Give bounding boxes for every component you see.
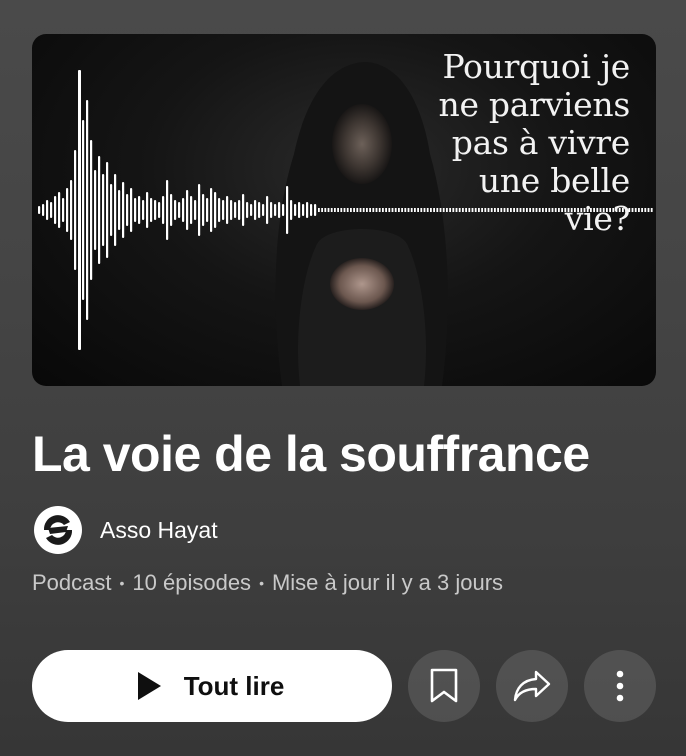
channel-name[interactable]: Asso Hayat <box>100 517 218 544</box>
more-vert-icon <box>616 670 624 702</box>
play-icon <box>137 672 161 700</box>
meta-separator: • <box>119 575 125 591</box>
share-icon <box>513 670 551 702</box>
channel-logo-icon <box>38 510 78 550</box>
channel-row[interactable]: Asso Hayat <box>34 505 218 555</box>
channel-avatar[interactable] <box>34 506 82 554</box>
thumbnail-caption: Pourquoi je ne parviens pas à vivre une … <box>438 47 631 238</box>
play-all-button[interactable]: Tout lire <box>32 650 392 722</box>
more-actions-button[interactable] <box>584 650 656 722</box>
share-button[interactable] <box>496 650 568 722</box>
save-button[interactable] <box>408 650 480 722</box>
last-updated: Mise à jour il y a 3 jours <box>271 570 504 595</box>
bookmark-icon <box>430 668 458 703</box>
playlist-type: Podcast <box>32 570 112 595</box>
playlist-title: La voie de la souffrance <box>32 426 590 482</box>
play-all-label: Tout lire <box>183 670 285 701</box>
playlist-meta: Podcast • 10 épisodes • Mise à jour il y… <box>32 570 503 596</box>
meta-separator: • <box>259 575 264 591</box>
playlist-thumbnail[interactable]: Pourquoi je ne parviens pas à vivre une … <box>32 34 656 386</box>
episode-count: 10 épisodes <box>132 570 252 595</box>
